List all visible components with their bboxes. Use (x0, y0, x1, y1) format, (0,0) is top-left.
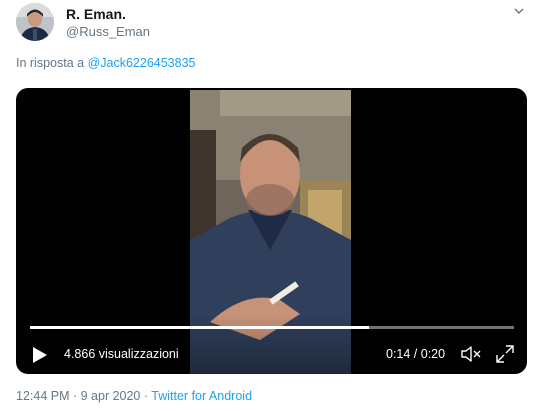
reply-mention-link[interactable]: @Jack6226453835 (88, 56, 196, 70)
video-frame[interactable] (190, 90, 351, 374)
reply-context: In risposta a @Jack6226453835 (16, 56, 196, 70)
video-progress-fill (30, 326, 369, 329)
play-icon[interactable] (32, 346, 48, 364)
fullscreen-icon[interactable] (495, 344, 515, 364)
volume-muted-icon[interactable] (460, 344, 482, 364)
author-name[interactable]: R. Eman. (66, 6, 126, 22)
meta-separator: · (140, 389, 152, 403)
tweet-meta: 12:44 PM · 9 apr 2020 · Twitter for Andr… (16, 389, 252, 403)
view-count: 4.866 visualizzazioni (64, 347, 179, 361)
video-shade (190, 314, 351, 374)
reply-prefix: In risposta a (16, 56, 88, 70)
tweet: R. Eman. @Russ_Eman In risposta a @Jack6… (0, 0, 534, 411)
tweet-timestamp[interactable]: 12:44 PM · 9 apr 2020 (16, 389, 140, 403)
video-player[interactable]: 4.866 visualizzazioni 0:14 / 0:20 (16, 88, 527, 374)
video-progress-bar[interactable] (30, 326, 514, 329)
tweet-source-link[interactable]: Twitter for Android (151, 389, 252, 403)
video-time: 0:14 / 0:20 (386, 347, 446, 361)
author-handle[interactable]: @Russ_Eman (66, 24, 150, 39)
avatar[interactable] (16, 3, 54, 41)
chevron-down-icon[interactable] (513, 5, 525, 17)
